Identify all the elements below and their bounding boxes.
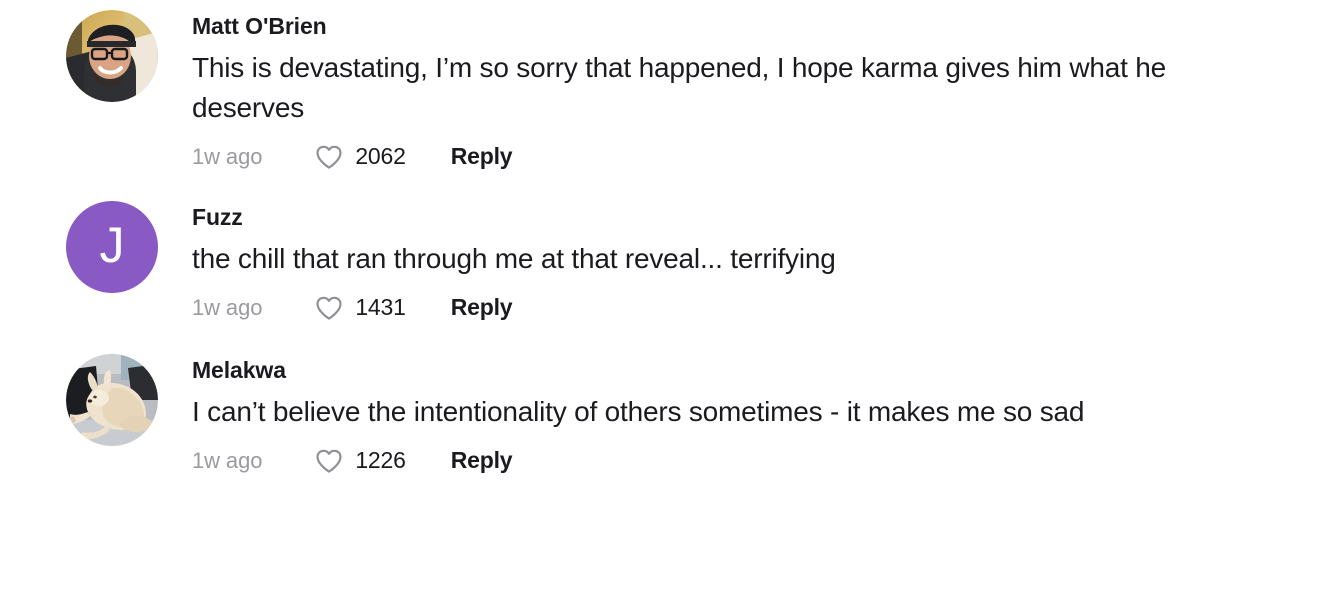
like-count: 2062 xyxy=(355,143,406,170)
heart-outline-icon xyxy=(316,449,342,473)
comment-text: I can’t believe the intentionality of ot… xyxy=(192,396,1085,428)
comment-meta: 1w ago 1431 Reply xyxy=(192,293,1332,323)
like-button[interactable]: 1431 xyxy=(314,293,406,323)
reply-button[interactable]: Reply xyxy=(451,294,513,321)
like-count: 1226 xyxy=(355,447,406,474)
avatar-initial-letter: J xyxy=(99,217,125,274)
comment-username[interactable]: Matt O'Brien xyxy=(192,13,1332,39)
comment-timestamp: 1w ago xyxy=(192,294,263,320)
comment-item: J Fuzz the chill that ran through me at … xyxy=(0,172,1332,323)
like-count: 1431 xyxy=(355,294,406,321)
comment-list: Matt O'Brien This is devastating, I’m so… xyxy=(0,0,1332,476)
reply-button[interactable]: Reply xyxy=(451,447,513,474)
comment-body: Melakwa I can’t believe the intentionali… xyxy=(192,354,1332,476)
avatar-photo-dog-icon xyxy=(66,353,158,446)
like-button[interactable]: 1226 xyxy=(314,446,406,476)
comment-body: Matt O'Brien This is devastating, I’m so… xyxy=(192,10,1332,172)
avatar[interactable] xyxy=(66,10,158,102)
comment-timestamp: 1w ago xyxy=(192,143,263,169)
avatar[interactable]: J xyxy=(66,200,158,293)
heart-outline-icon xyxy=(316,145,342,169)
comment-meta: 1w ago 1226 Reply xyxy=(192,446,1332,476)
like-button[interactable]: 2062 xyxy=(314,142,406,172)
comment-username[interactable]: Fuzz xyxy=(192,204,1332,230)
comment-item: Matt O'Brien This is devastating, I’m so… xyxy=(0,0,1332,172)
reply-button[interactable]: Reply xyxy=(451,143,513,170)
comment-timestamp: 1w ago xyxy=(192,447,263,473)
comment-meta: 1w ago 2062 Reply xyxy=(192,142,1332,172)
comment-text: the chill that ran through me at that re… xyxy=(192,243,836,275)
avatar[interactable] xyxy=(66,353,158,446)
comment-item: Melakwa I can’t believe the intentionali… xyxy=(0,323,1332,476)
comment-username[interactable]: Melakwa xyxy=(192,357,1332,383)
comment-text: This is devastating, I’m so sorry that h… xyxy=(192,52,1167,124)
comment-body: Fuzz the chill that ran through me at th… xyxy=(192,201,1332,323)
avatar-photo-man-icon xyxy=(66,10,158,102)
heart-outline-icon xyxy=(316,296,342,320)
